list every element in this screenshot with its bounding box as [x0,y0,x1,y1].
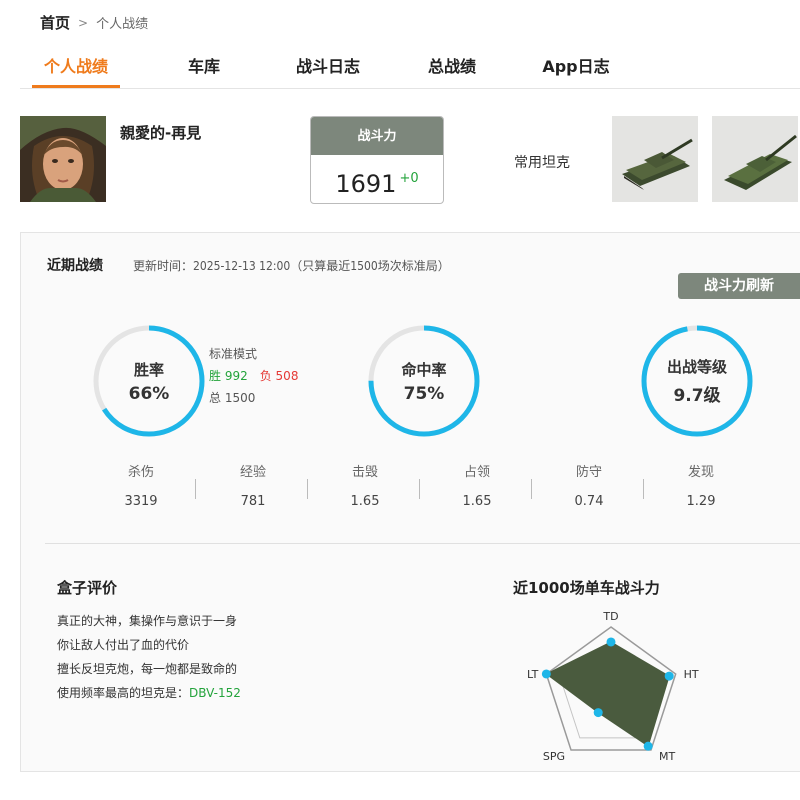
update-time: 更新时间：2025-12-13 12:00（只算最近1500场次标准局） [133,259,450,273]
stat-divider [307,479,308,499]
losses-count: 负 508 [259,369,299,383]
favorite-tanks-label: 常用坦克 [514,155,570,171]
mode-info: 标准模式 胜 992 负 508 总 1500 [209,343,298,409]
breadcrumb-separator: > [78,15,89,30]
stat-defense-label: 防守 [575,465,602,480]
radar-point-lt [541,669,551,679]
stat-divider [195,479,196,499]
winrate-ring: 胜率 66% [91,323,207,439]
stat-damage-label: 杀伤 [127,465,154,480]
evaluation-text: 真正的大神，集操作与意识于一身 你让敌人付出了血的代价 擅长反坦克炮，每一炮都是… [57,609,241,705]
refresh-power-button[interactable]: 战斗力刷新 [678,273,800,299]
wins-count: 胜 992 [209,369,248,383]
tier-ring: 出战等级 9.7级 [639,323,755,439]
tab-total-record[interactable]: 总战绩 [420,56,484,88]
evaluation-line: 擅长反坦克炮，每一炮都是致命的 [57,662,238,676]
tank-thumbnail-1[interactable] [612,116,698,202]
stat-capture-value: 1.65 [462,494,492,509]
tab-app-log[interactable]: App日志 [536,56,616,88]
hitrate-label: 命中率 [401,360,447,379]
stat-spot: 发现 1.29 [645,461,757,509]
tab-bar: 个人战绩 车库 战斗日志 总战绩 App日志 [32,56,616,88]
winrate-label: 胜率 [133,360,164,379]
evaluation-line: 你让敌人付出了血的代价 [57,638,190,652]
battle-power-card: 战斗力 1691 +0 [310,116,444,204]
tank-thumbnail-2[interactable] [712,116,798,202]
most-used-tank-link[interactable]: DBV-152 [189,686,241,700]
stat-kills: 击毁 1.65 [309,461,421,509]
breadcrumb: 首页 > 个人战绩 [40,12,148,33]
tab-garage[interactable]: 车库 [168,56,240,88]
battle-power-label: 战斗力 [311,117,443,155]
tier-label: 出战等级 [666,358,727,376]
stat-damage-value: 3319 [124,494,158,509]
radar-point-mt [643,741,653,751]
radar-axis-label-mt: MT [659,750,675,763]
stat-exp-label: 经验 [239,465,266,480]
player-nickname: 親愛的-再見 [120,124,202,142]
stat-divider [643,479,644,499]
battle-power-value-row: 1691 +0 [311,155,443,203]
stat-damage: 杀伤 3319 [85,461,197,509]
stat-spot-label: 发现 [687,465,714,480]
radar-axis-label-lt: LT [527,668,539,681]
stat-exp-value: 781 [240,494,266,509]
player-avatar [20,116,106,202]
most-used-tank-line: 使用频率最高的坦克是：DBV-152 [57,681,241,705]
stat-kills-value: 1.65 [350,494,380,509]
stat-defense-value: 0.74 [574,494,604,509]
winrate-value: 66% [128,383,170,404]
tab-personal-record[interactable]: 个人战绩 [32,56,120,88]
hitrate-value: 75% [403,383,445,404]
section-divider [45,543,800,544]
breadcrumb-current: 个人战绩 [96,17,149,32]
stat-spot-value: 1.29 [686,494,716,509]
stat-capture-label: 占领 [463,465,490,480]
radar-chart: TD HT MT SPG LT [527,610,699,763]
radar-axis-label-ht: HT [684,668,699,681]
radar-point-td [606,637,616,647]
battle-power-delta: +0 [399,171,419,186]
stat-exp: 经验 781 [197,461,309,509]
recent-stats-title: 近期战绩 [47,258,103,274]
tier-value: 9.7级 [673,386,721,406]
total-battles: 总 1500 [209,391,256,405]
hitrate-ring: 命中率 75% [366,323,482,439]
evaluation-line: 真正的大神，集操作与意识于一身 [57,614,238,628]
tab-battle-log[interactable]: 战斗日志 [288,56,368,88]
stat-kills-label: 击毁 [351,465,378,480]
radar-point-spg [593,708,603,718]
most-used-prefix: 使用频率最高的坦克是： [57,686,190,700]
recent-stats-panel: 近期战绩 更新时间：2025-12-13 12:00（只算最近1500场次标准局… [20,232,800,772]
breadcrumb-home-link[interactable]: 首页 [40,12,70,33]
stat-divider [531,479,532,499]
stat-divider [419,479,420,499]
stat-capture: 占领 1.65 [421,461,533,509]
radar-axis-label-spg: SPG [543,750,565,763]
radar-axis-label-td: TD [602,610,618,623]
battle-power-value: 1691 [335,170,397,198]
radar-point-ht [664,671,674,681]
mode-title: 标准模式 [209,347,258,361]
stat-defense: 防守 0.74 [533,461,645,509]
evaluation-title: 盒子评价 [57,579,118,597]
tab-divider [20,88,800,89]
